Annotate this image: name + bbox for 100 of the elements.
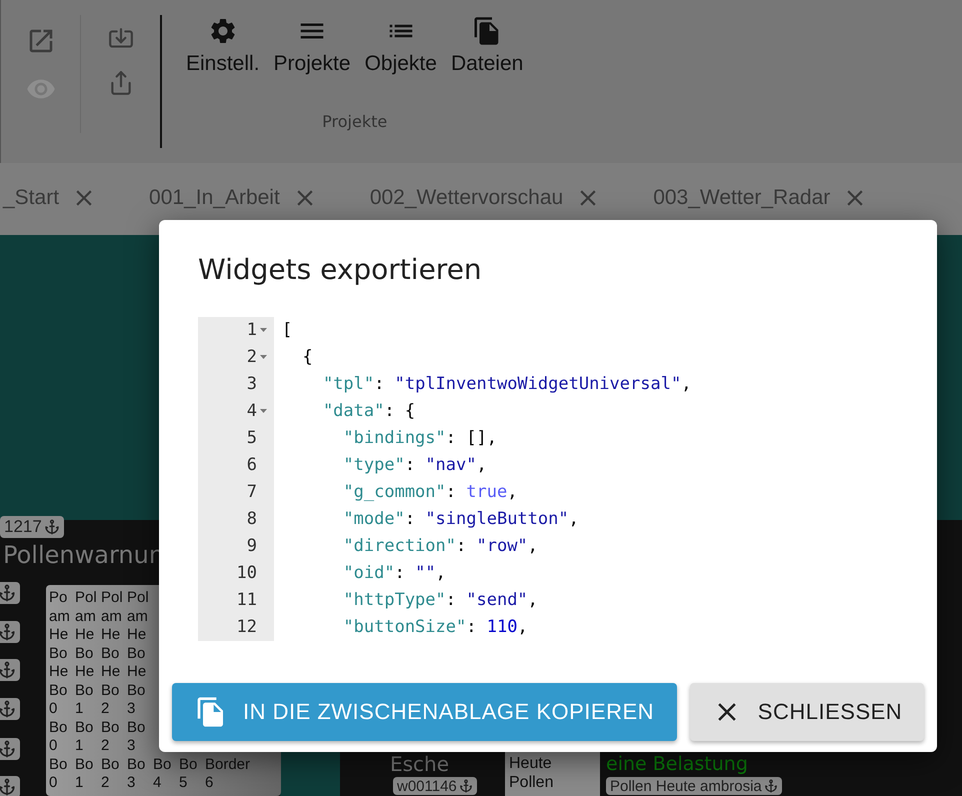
line-number: 2 bbox=[246, 346, 257, 369]
anchor-icon bbox=[0, 778, 16, 796]
code-line: "mode": "singleButton", bbox=[342, 508, 580, 531]
grid-cell-text: Bo bbox=[127, 718, 146, 737]
grid-cell-text: He bbox=[127, 663, 148, 682]
grid-cell-text: Bo bbox=[75, 718, 94, 737]
grid-cell-text: Bo bbox=[179, 756, 198, 774]
grid-cell-text: Pol bbox=[101, 589, 124, 608]
anchor-chip[interactable] bbox=[0, 659, 20, 681]
grid-cell-text: 2 bbox=[101, 737, 110, 756]
grid-cell-text: 5 bbox=[179, 774, 188, 792]
grid-cell-text: Pol bbox=[75, 589, 98, 608]
grid-cell-text: Bo bbox=[101, 644, 120, 663]
anchor-icon bbox=[764, 779, 778, 793]
group-label: Projekte bbox=[322, 112, 388, 131]
grid-cell-text: 3 bbox=[127, 700, 136, 718]
anchor-chip[interactable] bbox=[0, 738, 20, 760]
anchor-icon bbox=[0, 584, 16, 602]
grid-cell-text: He bbox=[75, 626, 96, 644]
grid-cell-text: Bo bbox=[75, 644, 94, 663]
grid-cell-text: Bo bbox=[49, 718, 68, 737]
line-number: 9 bbox=[246, 535, 257, 558]
grid-cell-text: 0 bbox=[49, 774, 58, 792]
grid-cell-text: 1 bbox=[75, 737, 84, 756]
line-number: 11 bbox=[236, 589, 257, 612]
grid-cell-text: Bo bbox=[101, 718, 120, 737]
anchor-icon bbox=[458, 779, 473, 793]
widget-id-chip: w001146 bbox=[393, 777, 477, 795]
grid-cell-text: 1 bbox=[75, 700, 84, 718]
code-line: [ bbox=[282, 319, 294, 342]
line-number: 6 bbox=[246, 454, 257, 477]
code-line: "type": "nav", bbox=[342, 454, 488, 477]
grid-cell-text: Bo bbox=[49, 682, 68, 700]
grid-cell-text: He bbox=[75, 663, 96, 682]
grid-cell-text: He bbox=[49, 626, 70, 644]
anchor-icon bbox=[0, 623, 16, 641]
grid-cell-text: am bbox=[101, 608, 123, 626]
grid-cell-text: Bo bbox=[49, 644, 68, 663]
widget-title: Pollenwarnun bbox=[3, 541, 164, 569]
tab[interactable]: 001_In_Arbeit bbox=[149, 184, 318, 214]
grid-cell-text: Bo bbox=[75, 682, 94, 700]
grid-cell-text: Bo bbox=[127, 644, 146, 663]
grid-cell-text: He bbox=[101, 663, 122, 682]
close-button[interactable]: SCHLIESSEN bbox=[690, 683, 924, 741]
code-line: { bbox=[301, 346, 314, 369]
anchor-icon bbox=[44, 519, 60, 535]
line-number: 7 bbox=[246, 481, 257, 504]
anchor-icon bbox=[0, 661, 16, 679]
grid-cell-text: He bbox=[127, 626, 148, 644]
dialog-title: Widgets exportieren bbox=[198, 253, 483, 286]
grid-cell-text: Bo bbox=[127, 756, 146, 774]
tab[interactable]: 003_Wetter_Radar bbox=[653, 184, 868, 214]
grid-cell-text: am bbox=[75, 608, 97, 626]
code-line: "g_common": true, bbox=[342, 481, 518, 504]
anchor-chip[interactable] bbox=[0, 621, 20, 643]
grid-cell: Border bbox=[205, 756, 250, 774]
grid-cell-text: Bo bbox=[101, 682, 120, 700]
status-text: eine Belastung bbox=[606, 753, 748, 775]
grid-cell-text: Bo bbox=[49, 756, 68, 774]
grid-cell-text: He bbox=[101, 626, 122, 644]
line-number: 8 bbox=[246, 508, 257, 531]
grid-cell-text: 3 bbox=[127, 737, 136, 756]
grid-cell-text: 4 bbox=[153, 774, 162, 792]
grid-cell-text: He bbox=[49, 663, 70, 682]
anchor-icon bbox=[0, 700, 16, 718]
grid-cell-text: 2 bbox=[101, 774, 110, 792]
code-line: "direction": "row", bbox=[342, 535, 539, 558]
grid-cell-text: Bo bbox=[127, 682, 146, 700]
code-line: "oid": "", bbox=[342, 562, 447, 585]
line-number: 5 bbox=[246, 427, 257, 450]
toolbar-button[interactable]: Projekte bbox=[274, 16, 351, 76]
grid-cell-text: Po bbox=[49, 589, 68, 608]
anchor-icon bbox=[0, 740, 16, 758]
line-number: 10 bbox=[236, 562, 257, 585]
grid-cell-text: Bo bbox=[75, 756, 94, 774]
tab[interactable]: _Start bbox=[3, 184, 98, 214]
grid-cell-text: am bbox=[49, 608, 71, 626]
widget-title: Esche bbox=[390, 752, 450, 776]
grid-cell-text: Bo bbox=[153, 756, 172, 774]
grid-cell-text: Pol bbox=[127, 589, 150, 608]
value-text: Heute bbox=[509, 754, 553, 773]
grid-cell-text: 0 bbox=[49, 737, 58, 756]
toolbar-button[interactable]: Dateien bbox=[450, 16, 524, 76]
anchor-chip[interactable] bbox=[0, 582, 20, 604]
code-line: "data": { bbox=[322, 400, 416, 423]
grid-cell-text: 3 bbox=[127, 774, 136, 792]
grid-cell-text: 6 bbox=[205, 774, 214, 792]
line-number: 12 bbox=[236, 616, 257, 639]
copy-button[interactable]: IN DIE ZWISCHENABLAGE KOPIEREN bbox=[172, 683, 677, 741]
line-number: 4 bbox=[246, 400, 257, 423]
tab[interactable]: 002_Wettervorschau bbox=[370, 184, 602, 214]
value-chip: Pollen Heute ambrosia bbox=[606, 777, 782, 795]
toolbar-button[interactable]: Einstell. bbox=[186, 16, 260, 76]
grid-cell-text: Bo bbox=[101, 756, 120, 774]
anchor-chip[interactable] bbox=[0, 698, 20, 720]
code-line: "buttonSize": 110, bbox=[342, 616, 529, 639]
line-number: 3 bbox=[246, 373, 257, 396]
grid-cell-text: 2 bbox=[101, 700, 110, 718]
toolbar-button[interactable]: Objekte bbox=[364, 16, 437, 76]
grid-cell-text: 1 bbox=[75, 774, 84, 792]
